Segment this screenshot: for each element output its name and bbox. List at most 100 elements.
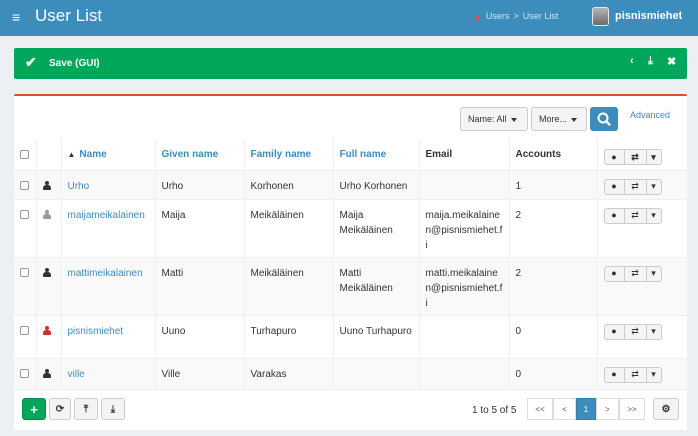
breadcrumb-users[interactable]: Users <box>486 11 510 21</box>
table-row[interactable]: mattimeikalainen Matti Meikäläinen Matti Me… <box>14 257 687 316</box>
user-name-link[interactable]: maijameikalainen <box>68 210 145 221</box>
settings-button[interactable]: ⚙ <box>653 398 679 420</box>
transfer-icon[interactable]: ⇄ <box>625 208 647 223</box>
accounts-cell: 0 <box>509 358 598 390</box>
column-header-name[interactable]: ▲ Name <box>61 139 156 171</box>
user-icon <box>42 326 51 336</box>
name-filter-dropdown[interactable]: Name: All <box>460 107 528 131</box>
chevron-down-icon[interactable]: ▾ <box>647 180 661 194</box>
family-name-cell: Korhonen <box>244 170 334 200</box>
full-name-cell: Maija Meikäläinen <box>333 199 420 258</box>
user-icon[interactable]: ● <box>605 208 625 223</box>
avatar[interactable] <box>592 7 609 26</box>
more-filter-dropdown[interactable]: More... <box>531 107 587 131</box>
user-icon <box>42 210 51 220</box>
transfer-icon[interactable]: ⇄ <box>625 324 647 339</box>
family-name-cell: Varakas <box>244 358 334 390</box>
given-name-cell: Urho <box>155 170 245 200</box>
pagination-page-1[interactable]: 1 <box>576 398 596 420</box>
column-header-family-name[interactable]: Family name <box>244 139 334 171</box>
user-icon <box>42 181 51 191</box>
download-icon[interactable]: ⤓ <box>648 55 653 68</box>
search-button[interactable] <box>590 107 618 131</box>
chevron-down-icon[interactable]: ▾ <box>647 150 661 164</box>
caret-down-icon <box>510 117 517 122</box>
column-label: Name <box>79 149 107 160</box>
pagination-first[interactable]: << <box>527 398 553 420</box>
actions-column-header: ● ⇄ ▾ <box>597 139 687 171</box>
row-actions-group: ● ⇄ ▾ <box>603 323 662 340</box>
row-checkbox[interactable] <box>20 369 29 379</box>
column-header-given-name[interactable]: Given name <box>155 139 245 171</box>
given-name-cell: Ville <box>155 358 245 390</box>
download-icon: ⤓ <box>110 403 116 415</box>
pagination-prev[interactable]: < <box>553 398 576 420</box>
refresh-button[interactable]: ⟳ <box>49 398 71 420</box>
email-cell <box>419 358 510 390</box>
breadcrumb: ▲ Users > User List <box>473 11 559 21</box>
user-icon[interactable]: ● <box>605 266 625 281</box>
full-name-cell: Matti Meikäläinen <box>333 257 420 316</box>
user-icon[interactable]: ● <box>605 324 625 339</box>
chevron-down-icon[interactable]: ▾ <box>647 325 661 339</box>
column-header-email: Email <box>419 139 510 171</box>
user-name-link[interactable]: mattimeikalainen <box>68 268 143 279</box>
more-filter-label: More... <box>539 114 568 124</box>
row-checkbox[interactable] <box>20 268 29 278</box>
select-all-checkbox[interactable] <box>20 149 29 159</box>
table-row[interactable]: ville Ville Varakas 0 ● ⇄ ▾ <box>14 358 687 390</box>
row-checkbox[interactable] <box>20 181 29 191</box>
chevron-down-icon[interactable]: ▾ <box>647 209 661 223</box>
transfer-icon[interactable]: ⇄ <box>625 150 647 164</box>
accounts-cell: 1 <box>509 170 598 200</box>
user-name-link[interactable]: Urho <box>68 181 90 192</box>
transfer-icon[interactable]: ⇄ <box>625 367 647 382</box>
user-icon[interactable]: ● <box>605 179 625 194</box>
add-user-button[interactable]: + <box>22 398 46 420</box>
row-checkbox[interactable] <box>20 210 29 220</box>
close-icon[interactable]: ✖ <box>667 55 676 68</box>
row-actions-group: ● ⇄ ▾ <box>603 265 662 282</box>
row-actions-group: ● ⇄ ▾ <box>603 178 662 195</box>
table-row[interactable]: maijameikalainen Maija Meikäläinen Maija Me… <box>14 199 687 258</box>
transfer-icon[interactable]: ⇄ <box>625 179 647 194</box>
user-icon[interactable]: ● <box>605 150 625 164</box>
advanced-search-link[interactable]: Advanced <box>630 110 670 120</box>
refresh-icon: ⟳ <box>55 403 65 415</box>
icon-column-header <box>36 139 62 171</box>
search-icon <box>597 112 611 126</box>
row-checkbox[interactable] <box>20 326 29 336</box>
table-row[interactable]: Urho Urho Korhonen Urho Korhonen 1 ● ⇄ ▾ <box>14 170 687 200</box>
breadcrumb-user-list: User List <box>522 11 559 21</box>
chevron-down-icon[interactable]: ▾ <box>647 267 661 281</box>
email-cell: matti.meikalainen@pisnismiehet.fi <box>419 257 510 316</box>
check-icon: ✔ <box>25 54 37 70</box>
save-label[interactable]: Save (GUI) <box>49 58 100 69</box>
table-row[interactable]: pisnismiehet Uuno Turhapuro Uuno Turhapuro 0… <box>14 315 687 359</box>
user-name-link[interactable]: ville <box>68 369 85 380</box>
row-actions-group: ● ⇄ ▾ <box>603 207 662 224</box>
download-button[interactable]: ⤓ <box>101 398 125 420</box>
pagination-info: 1 to 5 of 5 <box>472 405 517 416</box>
family-name-cell: Turhapuro <box>244 315 334 359</box>
chevron-left-icon[interactable]: ‹ <box>630 55 634 67</box>
user-table: ▲ Name Given name Family name Full name E… <box>14 139 687 390</box>
accounts-cell: 2 <box>509 257 598 316</box>
user-list-card: Name: All More... Advanced ▲ Name Given n… <box>14 94 687 430</box>
sort-up-icon: ▲ <box>67 150 76 159</box>
transfer-icon[interactable]: ⇄ <box>625 266 647 281</box>
user-menu-name[interactable]: pisnismiehet <box>615 10 682 22</box>
user-icon[interactable]: ● <box>605 367 625 382</box>
hamburger-icon[interactable]: ≡ <box>12 9 20 25</box>
family-name-cell: Meikäläinen <box>244 199 334 258</box>
upload-icon: ⤒ <box>83 403 89 415</box>
given-name-cell: Matti <box>155 257 245 316</box>
user-name-link[interactable]: pisnismiehet <box>68 326 124 337</box>
chevron-down-icon[interactable]: ▾ <box>647 368 661 382</box>
full-name-cell <box>333 358 420 390</box>
column-header-full-name[interactable]: Full name <box>333 139 420 171</box>
top-header: ≡ User List ▲ Users > User List pisnismiehe… <box>0 0 698 36</box>
pagination-next[interactable]: > <box>596 398 619 420</box>
pagination-last[interactable]: >> <box>619 398 645 420</box>
upload-button[interactable]: ⤒ <box>74 398 98 420</box>
